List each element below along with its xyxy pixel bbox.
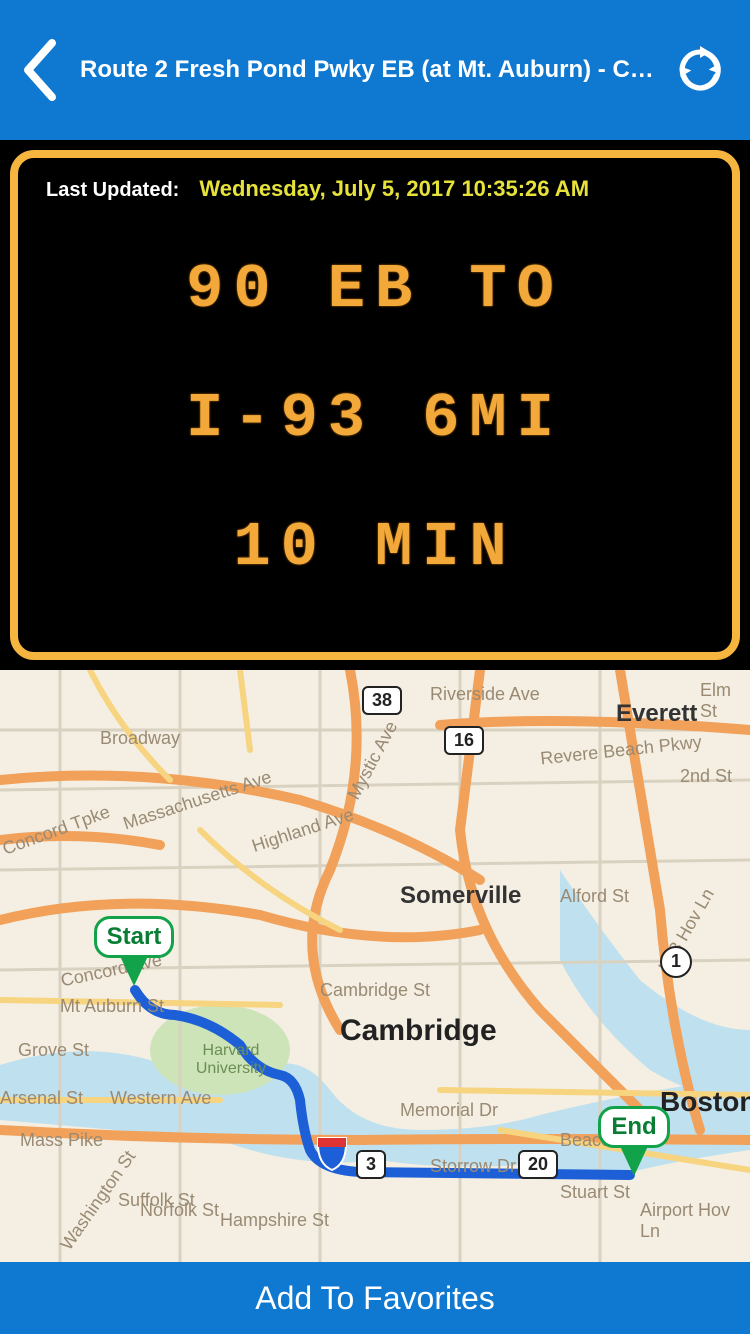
end-pin[interactable]: End bbox=[590, 1106, 678, 1176]
last-updated-label: Last Updated: bbox=[46, 179, 179, 202]
map-street-cambridge-st: Cambridge St bbox=[320, 980, 430, 1001]
last-updated-value: Wednesday, July 5, 2017 10:35:26 AM bbox=[199, 176, 589, 202]
map-street-grove: Grove St bbox=[18, 1040, 89, 1061]
map-street-storrow: Storrow Dr bbox=[430, 1156, 516, 1177]
map-street-broadway: Broadway bbox=[100, 728, 180, 749]
map-street-suffolk: Suffolk St bbox=[118, 1190, 195, 1211]
map-street-western: Western Ave bbox=[110, 1088, 211, 1109]
add-to-favorites-button[interactable]: Add To Favorites bbox=[255, 1280, 495, 1317]
map-street-mt-auburn: Mt Auburn St bbox=[60, 996, 164, 1017]
map-street-alford: Alford St bbox=[560, 886, 629, 907]
map-street-elm: Elm St bbox=[700, 680, 750, 722]
map-label-somerville: Somerville bbox=[400, 882, 521, 910]
vms-sign-container: Last Updated: Wednesday, July 5, 2017 10… bbox=[0, 140, 750, 670]
pin-tail-icon bbox=[120, 956, 148, 986]
header-bar: Route 2 Fresh Pond Pwky EB (at Mt. Aubur… bbox=[0, 0, 750, 140]
map-street-arsenal: Arsenal St bbox=[0, 1088, 83, 1109]
route-shield-38: 38 bbox=[362, 686, 402, 715]
vms-sign: Last Updated: Wednesday, July 5, 2017 10… bbox=[10, 150, 740, 660]
route-shield-16: 16 bbox=[444, 726, 484, 755]
vms-line-2: I-93 6MI bbox=[186, 383, 564, 454]
map-street-hampshire: Hampshire St bbox=[220, 1210, 329, 1231]
last-updated-row: Last Updated: Wednesday, July 5, 2017 10… bbox=[46, 176, 704, 202]
chevron-left-icon bbox=[18, 35, 62, 105]
map-street-mass-pike: Mass Pike bbox=[20, 1130, 103, 1151]
map-label-everett: Everett bbox=[616, 700, 697, 728]
map-label-harvard: Harvard University bbox=[186, 1042, 276, 1078]
map-street-memorial: Memorial Dr bbox=[400, 1100, 498, 1121]
map-label-cambridge: Cambridge bbox=[340, 1014, 497, 1048]
start-pin[interactable]: Start bbox=[90, 916, 178, 986]
vms-line-1: 90 EB TO bbox=[186, 254, 564, 325]
map-street-second: 2nd St bbox=[680, 766, 732, 787]
refresh-button[interactable] bbox=[670, 40, 730, 100]
map-street-riverside: Riverside Ave bbox=[430, 684, 540, 705]
start-pin-label: Start bbox=[94, 916, 175, 958]
route-map[interactable]: Cambridge Boston Somerville Everett Rive… bbox=[0, 670, 750, 1262]
map-street-stuart: Stuart St bbox=[560, 1182, 630, 1203]
route-shield-20: 20 bbox=[518, 1150, 558, 1179]
route-shield-1: 1 bbox=[660, 946, 692, 978]
page-title: Route 2 Fresh Pond Pwky EB (at Mt. Aubur… bbox=[70, 56, 670, 84]
app-root: Route 2 Fresh Pond Pwky EB (at Mt. Aubur… bbox=[0, 0, 750, 1334]
pin-tail-icon bbox=[620, 1146, 648, 1176]
back-button[interactable] bbox=[10, 30, 70, 110]
vms-line-3: 10 MIN bbox=[233, 512, 516, 583]
refresh-icon bbox=[674, 44, 726, 96]
route-shield-3: 3 bbox=[356, 1150, 386, 1179]
footer-bar: Add To Favorites bbox=[0, 1262, 750, 1334]
map-street-airporthov: Airport Hov Ln bbox=[640, 1200, 750, 1242]
vms-message: 90 EB TO I-93 6MI 10 MIN bbox=[46, 236, 704, 583]
end-pin-label: End bbox=[598, 1106, 669, 1148]
